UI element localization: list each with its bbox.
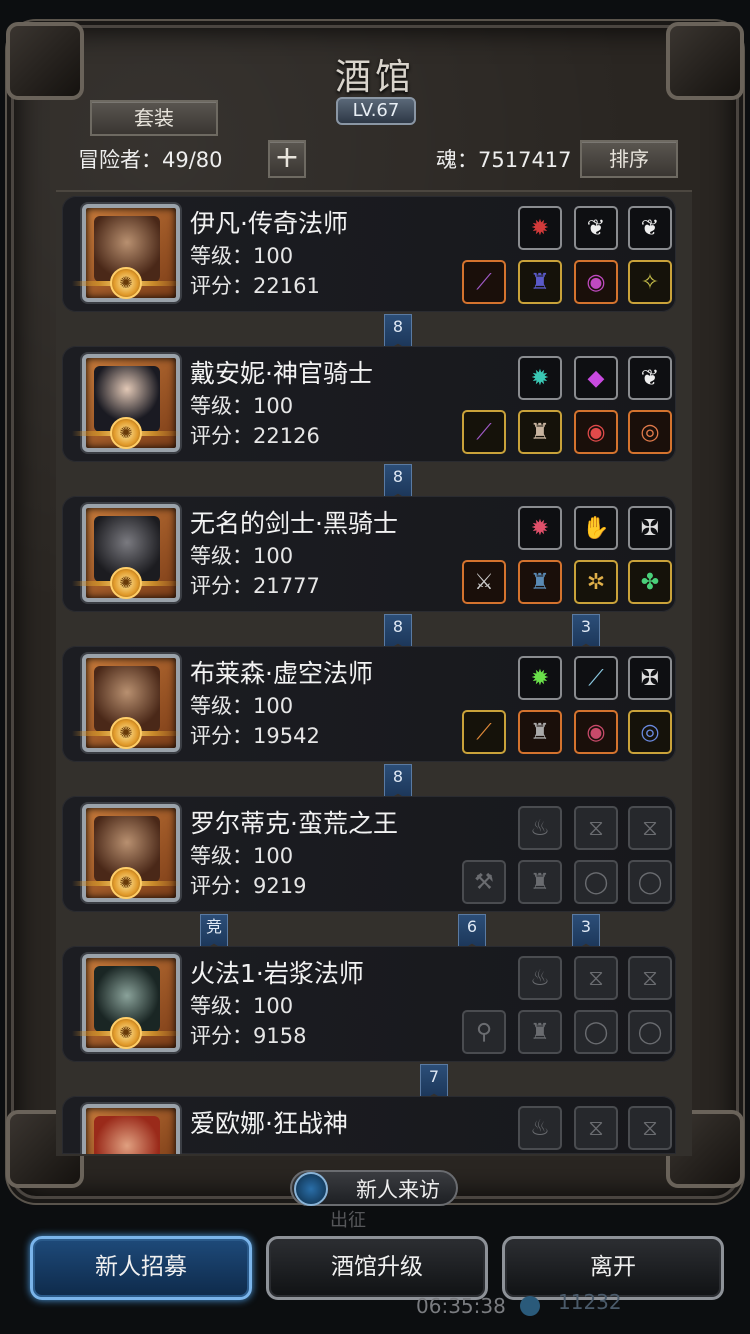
level-badge: LV.67 [336,97,416,125]
hero-card[interactable]: ✺ 布莱森·虚空法师 等级：100 评分：19542 ✹ ⟋ ✠ ⟋ ♜ ◉ ◎ [62,646,676,762]
hero-name: 无名的剑士·黑骑士 [190,509,398,538]
hero-score: 评分：22126 [190,424,320,448]
hero-card[interactable]: ✺ 罗尔蒂克·蛮荒之王 等级：100 评分：9219 ♨ ⧖ ⧖ ⚒ ♜ ◯ ◯ [62,796,676,912]
soul-count: 魂：7517417 [436,148,572,172]
hero-card[interactable]: 爱欧娜·狂战神 ♨ ⧖ ⧖ [62,1096,676,1154]
hero-name: 火法1·岩浆法师 [190,959,364,988]
weapon-slot-icon[interactable]: ⚲ [462,1010,506,1054]
star-emblem: ✺ [72,717,180,749]
star-emblem: ✺ [72,267,180,299]
sigil-slot-icon[interactable]: ⧖ [628,806,672,850]
add-slot-button[interactable]: + [268,140,306,178]
hero-level: 等级：100 [190,694,294,718]
hero-level: 等级：100 [190,244,294,268]
weapon-slot-icon[interactable]: ⚒ [462,860,506,904]
ring-slot-icon[interactable]: ◯ [628,1010,672,1054]
page-title: 酒馆 [334,57,415,98]
flame-slot-icon[interactable]: ♨ [518,956,562,1000]
hero-level: 等级：100 [190,844,294,868]
hero-level: 等级：100 [190,544,294,568]
currency-text: 11232 [558,1290,622,1314]
sigil-slot-icon[interactable]: ⧖ [574,1106,618,1150]
sigil-slot-icon[interactable]: ⧖ [628,956,672,1000]
hero-name: 戴安妮·神官骑士 [190,359,373,388]
armor-slot-icon[interactable]: ♜ [518,860,562,904]
amulet-icon[interactable]: ✲ [574,560,618,604]
scroll-icon[interactable]: ⟋ [574,656,618,700]
hero-level: 等级：100 [190,994,294,1018]
gem-icon[interactable]: ✹ [518,506,562,550]
hero-level: 等级：100 [190,394,294,418]
hero-card[interactable]: ✺ 无名的剑士·黑骑士 等级：100 评分：21777 ✹ ✋ ✠ ⚔ ♜ ✲ … [62,496,676,612]
recruit-button[interactable]: 新人招募 [30,1236,252,1300]
robe-icon[interactable]: ♜ [518,260,562,304]
gem-icon[interactable]: ✹ [518,356,562,400]
star-emblem: ✺ [72,567,180,599]
gem-icon[interactable]: ✹ [518,206,562,250]
amulet-icon[interactable]: ◉ [574,410,618,454]
hero-score: 评分：22161 [190,274,320,298]
armor-icon[interactable]: ♜ [518,560,562,604]
set-button[interactable]: 套装 [90,100,218,136]
crystal-icon[interactable]: ◆ [574,356,618,400]
wing-icon[interactable]: ❦ [628,206,672,250]
flame-slot-icon[interactable]: ♨ [518,1106,562,1150]
hero-score: 评分：21777 [190,574,320,598]
wing-icon[interactable]: ❦ [628,356,672,400]
ring-slot-icon[interactable]: ◯ [574,1010,618,1054]
staff-icon[interactable]: ⟋ [462,410,506,454]
hero-score: 评分：9219 [190,874,307,898]
title-plaque: 酒馆 [275,30,475,100]
star-emblem: ✺ [72,417,180,449]
gem-icon[interactable]: ✹ [518,656,562,700]
star-emblem: ✺ [72,1017,180,1049]
compass-icon [294,1172,328,1206]
hero-name: 罗尔蒂克·蛮荒之王 [190,809,398,838]
tavern-upgrade-button[interactable]: 酒馆升级 [266,1236,488,1300]
orb-icon[interactable]: ✧ [628,260,672,304]
go-label: 出征 [330,1210,366,1231]
hero-name: 爱欧娜·狂战神 [190,1109,348,1138]
sigil-slot-icon[interactable]: ⧖ [574,956,618,1000]
currency-icon [520,1296,540,1316]
ring-icon[interactable]: ✤ [628,560,672,604]
staff-icon[interactable]: ⟋ [462,710,506,754]
sort-button[interactable]: 排序 [580,140,678,178]
flame-slot-icon[interactable]: ♨ [518,806,562,850]
staff-icon[interactable]: ⟋ [462,260,506,304]
sigil-slot-icon[interactable]: ⧖ [574,806,618,850]
hero-name: 伊凡·传奇法师 [190,209,348,238]
sword-icon[interactable]: ⚔ [462,560,506,604]
emblem-icon[interactable]: ✠ [628,656,672,700]
ring-icon[interactable]: ◎ [628,710,672,754]
amulet-icon[interactable]: ◉ [574,260,618,304]
clock-text: 06:35:38 [416,1294,506,1318]
ring-icon[interactable]: ◎ [628,410,672,454]
amulet-icon[interactable]: ◉ [574,710,618,754]
hero-score: 评分：19542 [190,724,320,748]
hero-portrait [82,1104,180,1154]
hero-card[interactable]: ✺ 伊凡·传奇法师 等级：100 评分：22161 ✹ ❦ ❦ ⟋ ♜ ◉ ✧ [62,196,676,312]
sigil-slot-icon[interactable]: ⧖ [628,1106,672,1150]
wing-icon[interactable]: ❦ [574,206,618,250]
gauntlet-icon[interactable]: ✋ [574,506,618,550]
frame-corner-top-right [666,22,744,100]
robe-icon[interactable]: ♜ [518,410,562,454]
armor-slot-icon[interactable]: ♜ [518,1010,562,1054]
emblem-icon[interactable]: ✠ [628,506,672,550]
ring-slot-icon[interactable]: ◯ [628,860,672,904]
hero-card[interactable]: ✺ 戴安妮·神官骑士 等级：100 评分：22126 ✹ ◆ ❦ ⟋ ♜ ◉ ◎ [62,346,676,462]
hero-score: 评分：9158 [190,1024,307,1048]
star-emblem: ✺ [72,867,180,899]
hero-card[interactable]: ✺ 火法1·岩浆法师 等级：100 评分：9158 ♨ ⧖ ⧖ ⚲ ♜ ◯ ◯ [62,946,676,1062]
hero-name: 布莱森·虚空法师 [190,659,373,688]
ring-slot-icon[interactable]: ◯ [574,860,618,904]
armor-icon[interactable]: ♜ [518,710,562,754]
frame-corner-top-left [6,22,84,100]
adventurer-count: 冒险者：49/80 [78,148,223,172]
